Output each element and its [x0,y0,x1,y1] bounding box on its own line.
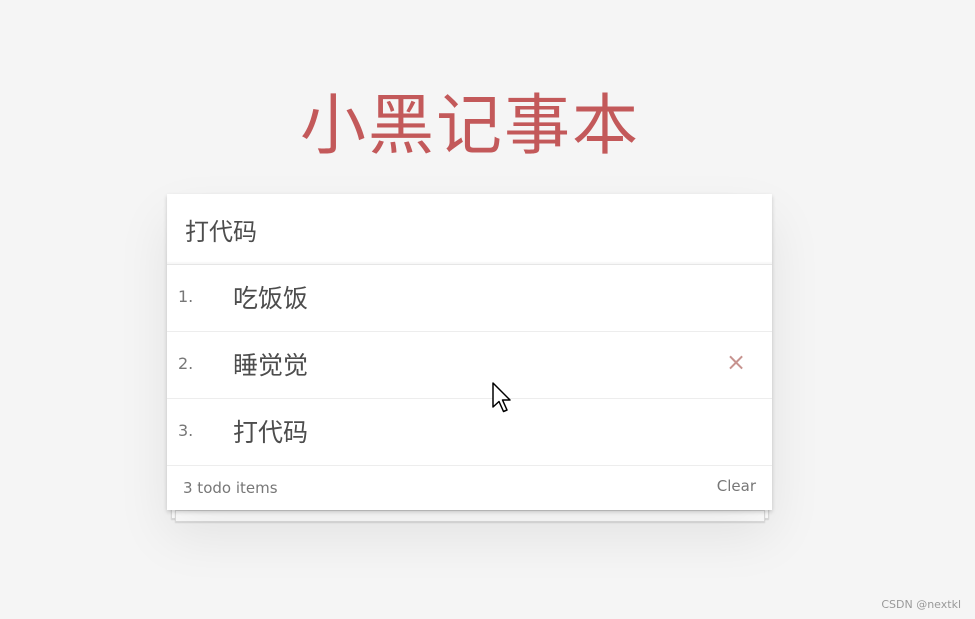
todo-index: 2. [178,354,194,373]
todo-footer: 3 todo items Clear [167,465,772,509]
new-todo-input[interactable] [167,194,772,264]
todo-item[interactable]: 1. 吃饭饭 [167,265,772,332]
todo-list: 1. 吃饭饭 2. 睡觉觉 × 3. 打代码 [167,265,772,466]
todo-text: 吃饭饭 [233,284,309,313]
app-title: 小黑记事本 [300,87,640,165]
todo-text: 打代码 [233,418,309,447]
todo-card: 1. 吃饭饭 2. 睡觉觉 × 3. 打代码 3 todo items Clea… [167,194,772,510]
todo-item[interactable]: 2. 睡觉觉 × [167,332,772,399]
todo-index: 1. [178,287,194,306]
new-todo-row [167,194,772,265]
todo-item[interactable]: 3. 打代码 [167,399,772,466]
clear-button[interactable]: Clear [717,477,756,495]
watermark: CSDN @nextkl [881,598,961,611]
delete-todo-button[interactable]: × [724,348,748,376]
todo-index: 3. [178,421,194,440]
todo-count: 3 todo items [183,479,278,497]
mouse-cursor-icon [492,382,511,413]
todo-text: 睡觉觉 [233,351,309,380]
card-stack-shadow [175,510,765,522]
